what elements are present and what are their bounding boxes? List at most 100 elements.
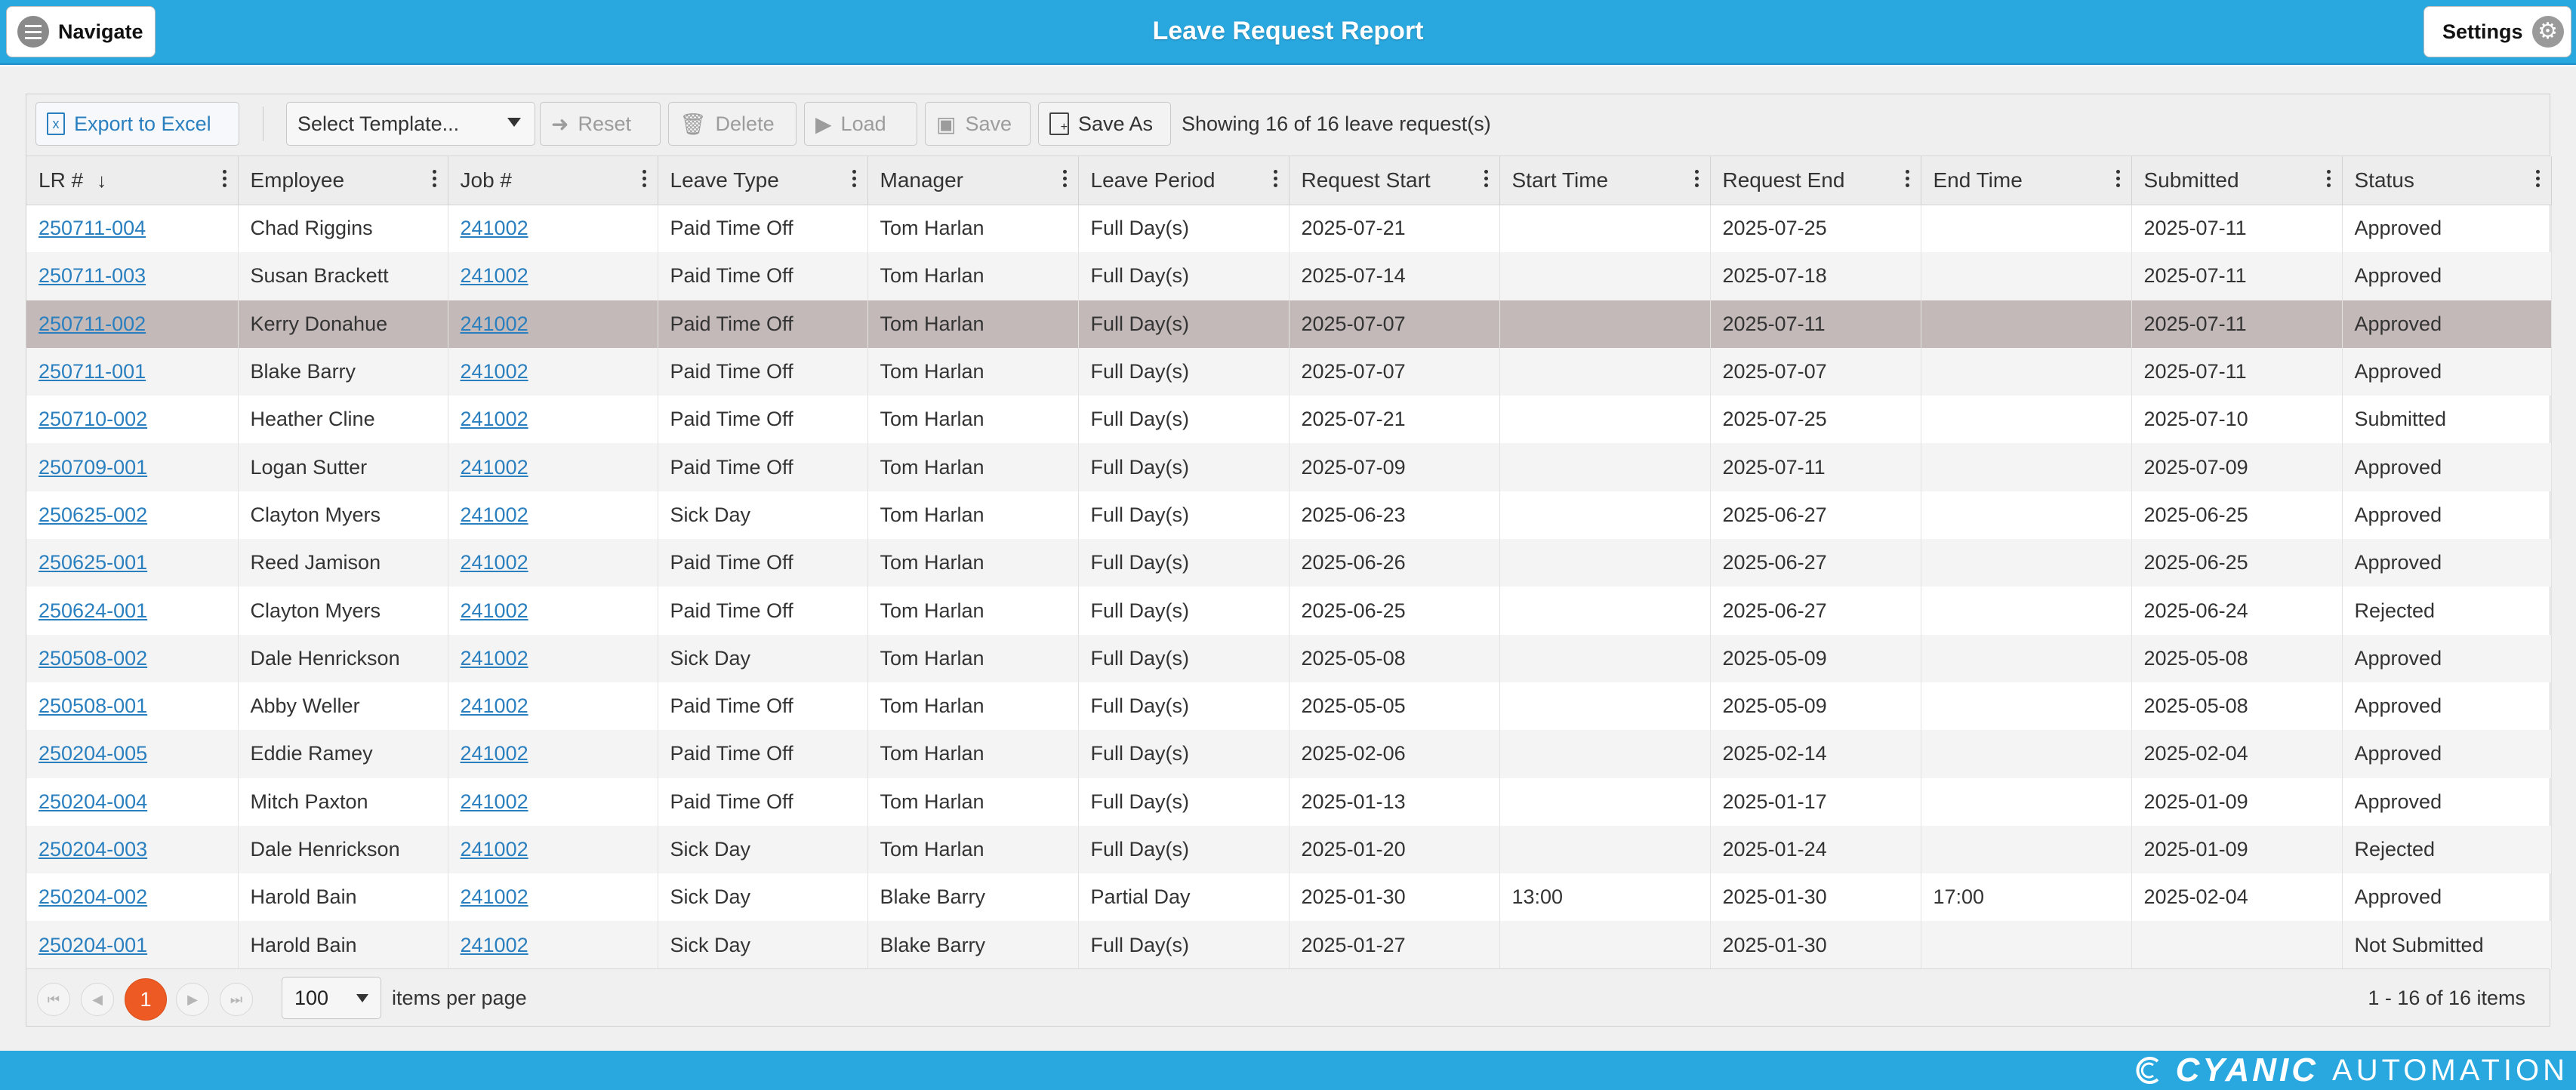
job-number-link[interactable]: 241002 <box>461 838 528 861</box>
job-number-link[interactable]: 241002 <box>461 360 528 383</box>
table-cell: 250204-001 <box>26 921 239 969</box>
last-page-button[interactable]: ⏭ <box>220 983 253 1016</box>
job-number-link[interactable]: 241002 <box>461 264 528 287</box>
hamburger-icon <box>17 16 49 48</box>
job-number-link[interactable]: 241002 <box>461 647 528 670</box>
save-as-button[interactable]: + Save As <box>1038 102 1171 146</box>
first-page-button[interactable]: ⏮ <box>37 983 70 1016</box>
page-title: Leave Request Report <box>1152 17 1424 45</box>
column-menu-icon[interactable] <box>1905 170 1910 187</box>
column-menu-icon[interactable] <box>2535 170 2541 187</box>
job-number-link[interactable]: 241002 <box>461 885 528 908</box>
settings-button[interactable]: Settings ⚙ <box>2423 6 2571 57</box>
column-menu-icon[interactable] <box>1694 170 1699 187</box>
lr-number-link[interactable]: 250624-001 <box>39 599 147 622</box>
table-row[interactable]: 250625-002 Clayton Myers 241002 Sick Day Tom… <box>26 491 2552 540</box>
column-menu-icon[interactable] <box>1273 170 1278 187</box>
table-cell: Paid Time Off <box>658 682 868 731</box>
prev-page-button[interactable]: ◀ <box>81 983 114 1016</box>
lr-number-link[interactable]: 250711-003 <box>39 264 146 287</box>
lr-number-link[interactable]: 250711-002 <box>39 313 146 335</box>
table-row[interactable]: 250204-003 Dale Henrickson 241002 Sick Day T… <box>26 825 2552 874</box>
table-cell: 241002 <box>448 300 658 348</box>
lr-number-link[interactable]: 250711-004 <box>39 217 146 239</box>
page-button-current[interactable]: 1 <box>125 978 167 1021</box>
column-header-9[interactable]: End Time <box>1921 156 2132 205</box>
table-cell <box>1921 921 2132 969</box>
table-row[interactable]: 250711-002 Kerry Donahue 241002 Paid Time O… <box>26 300 2552 348</box>
column-header-8[interactable]: Request End <box>1710 156 1921 205</box>
lr-number-link[interactable]: 250204-002 <box>39 885 147 908</box>
app-footer: CYANIC AUTOMATION <box>0 1051 2576 1090</box>
table-row[interactable]: 250624-001 Clayton Myers 241002 Paid Time O… <box>26 587 2552 635</box>
table-row[interactable]: 250204-002 Harold Bain 241002 Sick Day Blake… <box>26 873 2552 922</box>
navigate-button[interactable]: Navigate <box>6 6 156 57</box>
lr-number-link[interactable]: 250625-002 <box>39 503 147 526</box>
table-row[interactable]: 250709-001 Logan Sutter 241002 Paid Time Of… <box>26 443 2552 491</box>
table-cell <box>1499 587 1711 635</box>
column-menu-icon[interactable] <box>1062 170 1068 187</box>
job-number-link[interactable]: 241002 <box>461 599 528 622</box>
table-cell: Tom Harlan <box>867 252 1079 300</box>
column-menu-icon[interactable] <box>432 170 437 187</box>
column-menu-icon[interactable] <box>222 170 227 187</box>
job-number-link[interactable]: 241002 <box>461 503 528 526</box>
lr-number-link[interactable]: 250508-002 <box>39 647 147 670</box>
column-header-2[interactable]: Job # <box>448 156 658 205</box>
column-header-7[interactable]: Start Time <box>1499 156 1711 205</box>
lr-number-link[interactable]: 250711-001 <box>39 360 146 383</box>
column-menu-icon[interactable] <box>1484 170 1489 187</box>
column-header-6[interactable]: Request Start <box>1289 156 1500 205</box>
column-header-11[interactable]: Status <box>2342 156 2552 205</box>
delete-button[interactable]: 🗑 Delete <box>668 102 797 146</box>
column-header-0[interactable]: LR # ↓ <box>26 156 239 205</box>
column-header-10[interactable]: Submitted <box>2131 156 2343 205</box>
column-header-4[interactable]: Manager <box>867 156 1079 205</box>
job-number-link[interactable]: 241002 <box>461 694 528 717</box>
table-cell: Sick Day <box>658 921 868 969</box>
reset-button[interactable]: ➜ Reset <box>540 102 661 146</box>
lr-number-link[interactable]: 250508-001 <box>39 694 147 717</box>
lr-number-link[interactable]: 250625-001 <box>39 551 147 574</box>
job-number-link[interactable]: 241002 <box>461 217 528 239</box>
table-row[interactable]: 250711-004 Chad Riggins 241002 Paid Time Of… <box>26 205 2552 253</box>
job-number-link[interactable]: 241002 <box>461 313 528 335</box>
column-menu-icon[interactable] <box>852 170 857 187</box>
table-cell: Tom Harlan <box>867 443 1079 491</box>
column-menu-icon[interactable] <box>2115 170 2121 187</box>
lr-number-link[interactable]: 250204-001 <box>39 934 147 956</box>
column-header-3[interactable]: Leave Type <box>658 156 868 205</box>
column-header-5[interactable]: Leave Period <box>1078 156 1290 205</box>
column-menu-icon[interactable] <box>2326 170 2331 187</box>
job-number-link[interactable]: 241002 <box>461 790 528 813</box>
job-number-link[interactable]: 241002 <box>461 934 528 956</box>
save-button[interactable]: ▣ Save <box>925 102 1031 146</box>
table-row[interactable]: 250508-001 Abby Weller 241002 Paid Time Off… <box>26 682 2552 731</box>
lr-number-link[interactable]: 250710-002 <box>39 408 147 430</box>
job-number-link[interactable]: 241002 <box>461 456 528 479</box>
export-excel-button[interactable]: x Export to Excel <box>35 102 239 146</box>
table-cell: 13:00 <box>1499 873 1711 922</box>
column-menu-icon[interactable] <box>642 170 647 187</box>
next-page-button[interactable]: ▶ <box>176 983 209 1016</box>
job-number-link[interactable]: 241002 <box>461 742 528 765</box>
load-button[interactable]: ▶ Load <box>804 102 917 146</box>
page-size-select[interactable]: 100 <box>282 977 381 1019</box>
table-row[interactable]: 250508-002 Dale Henrickson 241002 Sick Day T… <box>26 634 2552 682</box>
table-row[interactable]: 250625-001 Reed Jamison 241002 Paid Time Of… <box>26 539 2552 587</box>
table-row[interactable]: 250710-002 Heather Cline 241002 Paid Time O… <box>26 396 2552 444</box>
lr-number-link[interactable]: 250204-004 <box>39 790 147 813</box>
column-header-1[interactable]: Employee <box>238 156 448 205</box>
lr-number-link[interactable]: 250204-003 <box>39 838 147 861</box>
template-select[interactable]: Select Template... <box>286 102 535 146</box>
job-number-link[interactable]: 241002 <box>461 551 528 574</box>
table-row[interactable]: 250204-001 Harold Bain 241002 Sick Day Blake… <box>26 921 2552 969</box>
table-row[interactable]: 250204-004 Mitch Paxton 241002 Paid Time Of… <box>26 777 2552 826</box>
table-row[interactable]: 250711-001 Blake Barry 241002 Paid Time Off… <box>26 347 2552 396</box>
table-row[interactable]: 250204-005 Eddie Ramey 241002 Paid Time Off… <box>26 730 2552 778</box>
job-number-link[interactable]: 241002 <box>461 408 528 430</box>
lr-number-link[interactable]: 250709-001 <box>39 456 147 479</box>
lr-number-link[interactable]: 250204-005 <box>39 742 147 765</box>
table-row[interactable]: 250711-003 Susan Brackett 241002 Paid Time … <box>26 252 2552 300</box>
table-cell: Paid Time Off <box>658 396 868 444</box>
